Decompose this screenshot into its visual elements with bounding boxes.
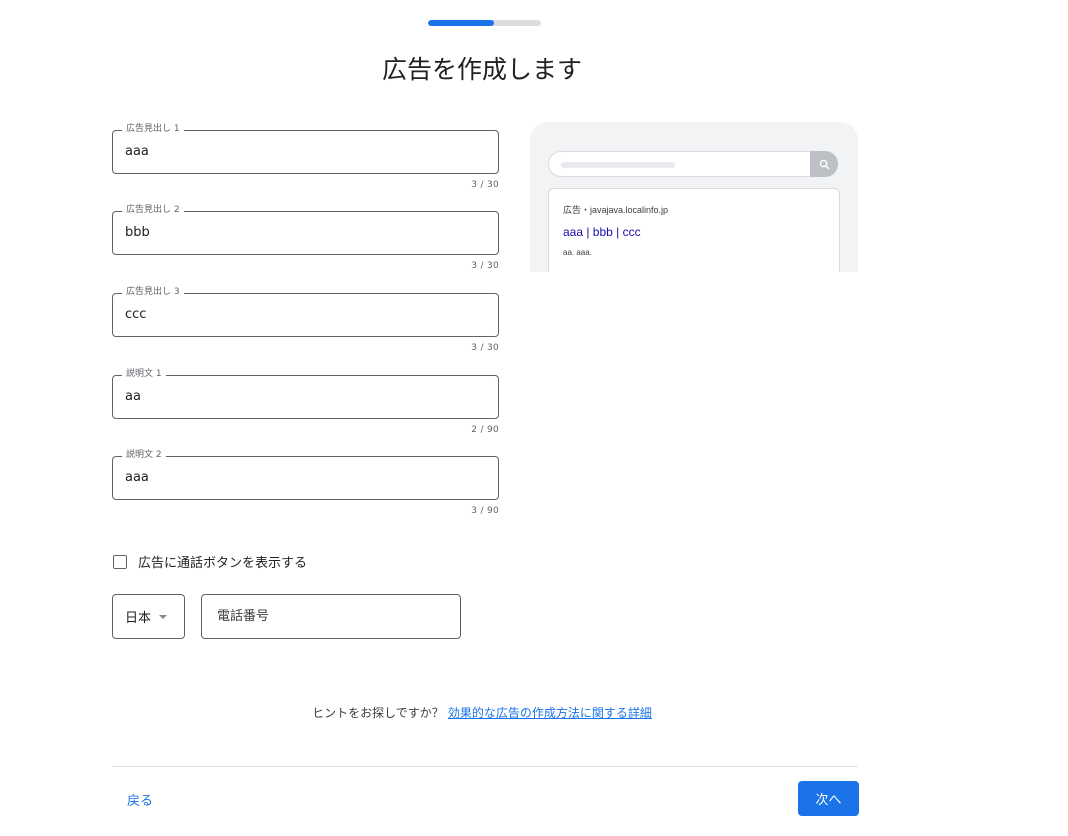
country-select[interactable]: 日本 xyxy=(112,594,185,639)
field-outline xyxy=(112,130,499,174)
description-1-field[interactable]: 説明文 1 aa 2 / 90 xyxy=(112,368,499,435)
headline-1-value[interactable]: aaa xyxy=(125,144,149,160)
ad-preview: 広告・javajava.localinfo.jp aaa | bbb | ccc… xyxy=(530,122,858,272)
hint-text: ヒントをお探しですか？ xyxy=(312,706,444,720)
description-2-value[interactable]: aaa xyxy=(125,470,149,486)
preview-ad-card: 広告・javajava.localinfo.jp aaa | bbb | ccc… xyxy=(548,188,840,272)
description-1-label: 説明文 1 xyxy=(122,368,166,380)
headline-3-field[interactable]: 広告見出し 3 ccc 3 / 30 xyxy=(112,286,499,353)
chevron-down-icon xyxy=(159,614,168,619)
call-button-checkbox-label: 広告に通話ボタンを表示する xyxy=(138,556,308,571)
description-1-counter: 2 / 90 xyxy=(471,425,499,435)
preview-search-button xyxy=(810,151,838,177)
preview-ad-description: aa. aaa. xyxy=(563,248,592,257)
call-button-checkbox-row[interactable]: 広告に通話ボタンを表示する xyxy=(113,552,307,571)
preview-search-placeholder xyxy=(561,162,675,168)
phone-number-input[interactable] xyxy=(201,594,461,639)
page-title: 広告を作成します xyxy=(381,55,582,84)
description-2-field[interactable]: 説明文 2 aaa 3 / 90 xyxy=(112,449,499,516)
preview-ad-headline: aaa | bbb | ccc xyxy=(563,225,641,239)
progress-bar xyxy=(428,20,541,26)
country-select-value: 日本 xyxy=(125,611,152,626)
back-button[interactable]: 戻る xyxy=(127,790,153,809)
preview-ad-url: 広告・javajava.localinfo.jp xyxy=(563,205,669,215)
headline-1-counter: 3 / 30 xyxy=(471,180,499,190)
description-2-label: 説明文 2 xyxy=(122,449,166,461)
headline-2-value[interactable]: bbb xyxy=(125,225,150,241)
headline-2-label: 広告見出し 2 xyxy=(122,204,184,216)
headline-2-field[interactable]: 広告見出し 2 bbb 3 / 30 xyxy=(112,204,499,271)
preview-search-box xyxy=(548,151,838,177)
next-button[interactable]: 次へ xyxy=(798,781,859,816)
field-outline xyxy=(112,293,499,337)
hint-link[interactable]: 効果的な広告の作成方法に関する詳細 xyxy=(448,706,652,720)
call-button-checkbox[interactable] xyxy=(113,554,127,569)
headline-3-label: 広告見出し 3 xyxy=(122,286,184,298)
headline-3-value[interactable]: ccc xyxy=(125,307,146,323)
headline-1-field[interactable]: 広告見出し 1 aaa 3 / 30 xyxy=(112,123,499,190)
headline-2-counter: 3 / 30 xyxy=(471,261,499,271)
field-outline xyxy=(112,375,499,419)
search-icon xyxy=(819,155,830,174)
description-2-counter: 3 / 90 xyxy=(471,506,499,516)
description-1-value[interactable]: aa xyxy=(125,389,141,405)
footer-divider xyxy=(112,766,858,767)
hint-row: ヒントをお探しですか？ 効果的な広告の作成方法に関する詳細 xyxy=(0,704,964,721)
progress-bar-fill xyxy=(428,20,494,26)
field-outline xyxy=(112,456,499,500)
field-outline xyxy=(112,211,499,255)
headline-1-label: 広告見出し 1 xyxy=(122,123,184,135)
headline-3-counter: 3 / 30 xyxy=(471,343,499,353)
